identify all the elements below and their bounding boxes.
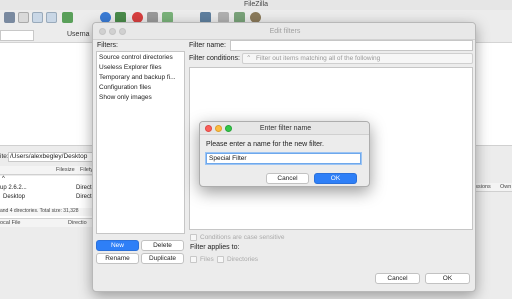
applies-files-checkbox[interactable] xyxy=(190,256,197,263)
filter-conditions-label: Filter conditions: xyxy=(189,55,240,62)
filter-conditions-value: Filter out items matching all of the fol… xyxy=(256,55,381,62)
close-icon[interactable] xyxy=(99,28,106,35)
zoom-icon[interactable] xyxy=(119,28,126,35)
chevron-updown-icon: ⌃ xyxy=(246,55,252,62)
filter-name-prompt: Please enter a name for the new filter. xyxy=(206,141,324,148)
enter-filter-name-dialog: Enter filter name Please enter a name fo… xyxy=(199,121,370,187)
toggle-queue-icon[interactable] xyxy=(62,12,73,23)
enter-name-ok-button[interactable]: OK xyxy=(314,173,357,184)
filter-list-item[interactable]: Temporary and backup fi... xyxy=(99,74,184,81)
column-owner[interactable]: Own xyxy=(500,184,511,190)
remote-file-list-header: issions Own xyxy=(470,183,512,192)
new-filter-button[interactable]: New xyxy=(96,240,139,251)
queue-header: ocal File Directio xyxy=(0,218,100,227)
column-direction[interactable]: Directio xyxy=(68,220,87,226)
list-item-name: up 2.6.2... xyxy=(0,185,27,191)
filter-list-item[interactable]: Show only images xyxy=(99,94,184,101)
column-permissions[interactable]: issions xyxy=(474,184,491,190)
case-sensitive-label: Conditions are case sensitive xyxy=(200,234,285,241)
app-title: FileZilla xyxy=(243,1,269,8)
local-status-line: and 4 directories. Total size: 31,328 xyxy=(0,208,100,216)
username-label: Userna xyxy=(67,31,90,38)
local-site-path-input[interactable]: /Users/alexbegley/Desktop xyxy=(8,152,98,162)
case-sensitive-checkbox[interactable] xyxy=(190,234,197,241)
edit-filters-titlebar: Edit filters xyxy=(93,23,475,40)
list-item[interactable]: Desktop Directo xyxy=(0,194,100,202)
local-file-list-header: Filesize Filety xyxy=(0,166,100,175)
host-input[interactable] xyxy=(0,30,34,41)
filter-list-item[interactable]: Source control directories xyxy=(99,54,184,61)
edit-filters-cancel-button[interactable]: Cancel xyxy=(375,273,420,284)
enter-name-cancel-button[interactable]: Cancel xyxy=(266,173,309,184)
list-item[interactable]: up 2.6.2... Directo xyxy=(0,185,100,193)
filter-list[interactable]: Source control directories Useless Explo… xyxy=(96,51,185,234)
delete-filter-button[interactable]: Delete xyxy=(141,240,184,251)
filter-applies-label: Filter applies to: xyxy=(190,244,240,251)
toggle-tree-icon[interactable] xyxy=(32,12,43,23)
enter-filter-name-title: Enter filter name xyxy=(259,125,312,132)
column-filesize[interactable]: Filesize xyxy=(56,167,75,173)
zoom-icon[interactable] xyxy=(225,125,232,132)
applies-files-label: Files xyxy=(200,256,214,263)
applies-directories-label: Directories xyxy=(227,256,259,263)
edit-filters-title: Edit filters xyxy=(269,28,301,35)
new-filter-name-input[interactable]: Special Filter xyxy=(206,153,361,164)
edit-filters-ok-button[interactable]: OK xyxy=(425,273,470,284)
duplicate-filter-button[interactable]: Duplicate xyxy=(141,253,184,264)
list-item-name: ^ xyxy=(2,176,5,182)
filter-list-item[interactable]: Useless Explorer files xyxy=(99,64,184,71)
enter-filter-name-titlebar: Enter filter name xyxy=(200,122,369,135)
filter-list-item[interactable]: Configuration files xyxy=(99,84,184,91)
toggle-log-icon[interactable] xyxy=(18,12,29,23)
close-icon[interactable] xyxy=(205,125,212,132)
filter-name-input[interactable] xyxy=(230,40,473,51)
minimize-icon[interactable] xyxy=(109,28,116,35)
applies-directories-checkbox[interactable] xyxy=(217,256,224,263)
filters-label: Filters: xyxy=(97,42,118,49)
list-item[interactable]: ^ xyxy=(0,176,100,184)
filter-conditions-select[interactable]: ⌃ Filter out items matching all of the f… xyxy=(242,53,473,64)
minimize-icon[interactable] xyxy=(215,125,222,132)
app-titlebar: FileZilla xyxy=(0,0,512,10)
toggle-remote-tree-icon[interactable] xyxy=(46,12,57,23)
list-item-name: Desktop xyxy=(3,194,26,200)
site-manager-icon[interactable] xyxy=(4,12,15,23)
column-local-file[interactable]: ocal File xyxy=(0,220,20,226)
filter-name-label: Filter name: xyxy=(189,42,226,49)
rename-filter-button[interactable]: Rename xyxy=(96,253,139,264)
